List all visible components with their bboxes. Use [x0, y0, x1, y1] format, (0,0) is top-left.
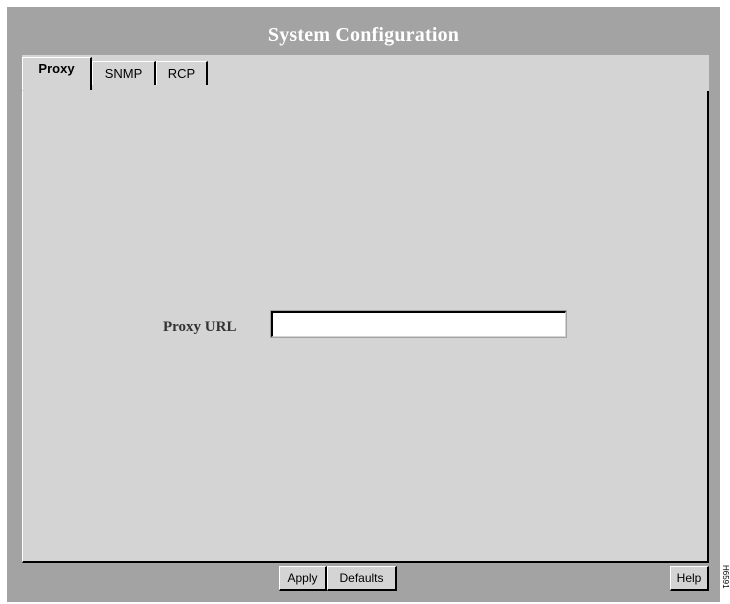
tab-rcp[interactable]: RCP	[156, 61, 208, 85]
system-configuration-window: System Configuration Proxy SNMP RCP Prox…	[7, 7, 720, 602]
proxy-tab-panel: Proxy URL	[22, 91, 709, 563]
apply-button[interactable]: Apply	[279, 566, 327, 591]
proxy-url-input[interactable]	[270, 310, 567, 338]
proxy-url-label: Proxy URL	[163, 319, 237, 335]
tab-bar: Proxy SNMP RCP	[22, 55, 709, 92]
figure-id-mark: H6591	[721, 565, 730, 589]
tab-proxy[interactable]: Proxy	[22, 57, 92, 90]
help-button[interactable]: Help	[670, 566, 709, 591]
tab-snmp[interactable]: SNMP	[92, 61, 156, 85]
defaults-button[interactable]: Defaults	[327, 566, 397, 591]
window-title: System Configuration	[267, 24, 460, 46]
